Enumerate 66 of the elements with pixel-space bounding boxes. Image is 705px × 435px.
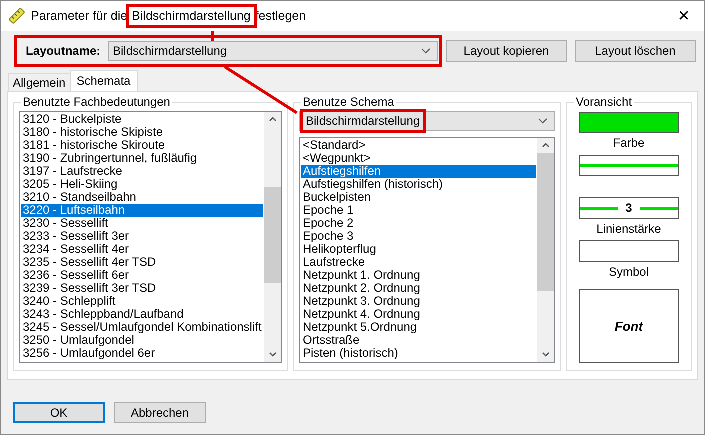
layout-button[interactable]: Layout löschen — [575, 40, 696, 62]
list-item[interactable]: 3240 - Schlepplift — [21, 295, 263, 308]
ruler-icon — [9, 8, 25, 24]
line-width-label: Linienstärke — [596, 222, 662, 238]
scrollbar[interactable] — [264, 112, 281, 362]
list-item[interactable]: 3250 - Umlaufgondel — [21, 334, 263, 347]
scrollbar[interactable] — [537, 138, 554, 362]
list-item[interactable]: 3205 - Heli-Skiing — [21, 178, 263, 191]
list-item[interactable]: 3180 - historische Skipiste — [21, 126, 263, 139]
schema-dropdown[interactable]: Bildschirmdarstellung — [299, 111, 555, 131]
scrollbar-thumb[interactable] — [537, 153, 554, 291]
list-item[interactable]: Netzpunkt 4. Ordnung — [301, 308, 536, 321]
symbol-label: Symbol — [608, 264, 649, 280]
layout-button[interactable]: Layout kopieren — [446, 40, 567, 62]
list-item[interactable]: 3245 - Sessel/Umlaufgondel Kombinationslift — [21, 321, 263, 334]
scrollbar-thumb[interactable] — [264, 187, 281, 283]
list-item[interactable]: <Standard> — [301, 139, 536, 152]
list-item[interactable]: 3230 - Sessellift — [21, 217, 263, 230]
list-item[interactable]: 3220 - Luftseilbahn — [21, 204, 263, 217]
list-item[interactable]: 3239 - Sessellift 3er TSD — [21, 282, 263, 295]
chevron-up-icon — [542, 143, 550, 148]
list-item[interactable]: Netzpunkt 3. Ordnung — [301, 295, 536, 308]
group-title: Benutze Schema — [302, 95, 396, 109]
list-item[interactable]: Netzpunkt 5.Ordnung — [301, 321, 536, 334]
list-item[interactable]: 3233 - Sessellift 3er — [21, 230, 263, 243]
list-item[interactable]: 3236 - Sessellift 6er — [21, 269, 263, 282]
list-item[interactable]: Netzpunkt 2. Ordnung — [301, 282, 536, 295]
layout-name-dropdown[interactable]: Bildschirmdarstellung — [108, 41, 438, 61]
list-item[interactable]: Epoche 1 — [301, 204, 536, 217]
list-item[interactable]: 3256 - Umlaufgondel 6er — [21, 347, 263, 360]
list-item[interactable]: 3181 - historische Skiroute — [21, 139, 263, 152]
chevron-down-icon — [421, 48, 431, 54]
list-item[interactable]: Laufstrecke — [301, 256, 536, 269]
tab[interactable]: Schemata — [70, 70, 138, 91]
list-item[interactable]: Buckelpisten — [301, 191, 536, 204]
list-item[interactable]: 3210 - Standseilbahn — [21, 191, 263, 204]
dialog-button[interactable]: OK — [13, 402, 105, 423]
list-item[interactable]: 3235 - Sessellift 4er TSD — [21, 256, 263, 269]
layout-name-label: Layoutname: — [26, 44, 102, 58]
callout-line — [211, 31, 215, 41]
group-title: Benutzte Fachbedeutungen — [22, 95, 172, 109]
list-item[interactable]: Netzpunkt 1. Ordnung — [301, 269, 536, 282]
chevron-down-icon — [538, 118, 548, 124]
font-preview: Font — [579, 289, 679, 364]
list-item[interactable]: Pisten (historisch) — [301, 347, 536, 360]
chevron-down-icon — [268, 352, 276, 357]
group-title: Voransicht — [575, 95, 634, 109]
chevron-down-icon — [542, 352, 550, 357]
list-item[interactable]: Aufstiegshilfen — [301, 165, 536, 178]
tab[interactable]: Allgemein — [8, 73, 71, 91]
color-label: Farbe — [613, 136, 645, 152]
list-item[interactable]: Aufstiegshilfen (historisch) — [301, 178, 536, 191]
list-item[interactable]: 3243 - Schleppband/Laufband — [21, 308, 263, 321]
list-item[interactable]: 3120 - Buckelpiste — [21, 113, 263, 126]
line-width-preview: 3 — [579, 197, 679, 219]
list-item[interactable]: <Wegpunkt> — [301, 152, 536, 165]
list-item[interactable]: 3197 - Laufstrecke — [21, 165, 263, 178]
list-item[interactable]: Helikopterflug — [301, 243, 536, 256]
dialog-button[interactable]: Abbrechen — [114, 402, 206, 423]
close-button[interactable]: ✕ — [664, 1, 704, 31]
list-item[interactable]: Epoche 2 — [301, 217, 536, 230]
list-item[interactable]: 3190 - Zubringertunnel, fußläufig — [21, 152, 263, 165]
list-item[interactable]: Ortsstraße — [301, 334, 536, 347]
chevron-up-icon — [268, 117, 276, 122]
list-item[interactable]: Epoche 3 — [301, 230, 536, 243]
list-item[interactable]: 3234 - Sessellift 4er — [21, 243, 263, 256]
